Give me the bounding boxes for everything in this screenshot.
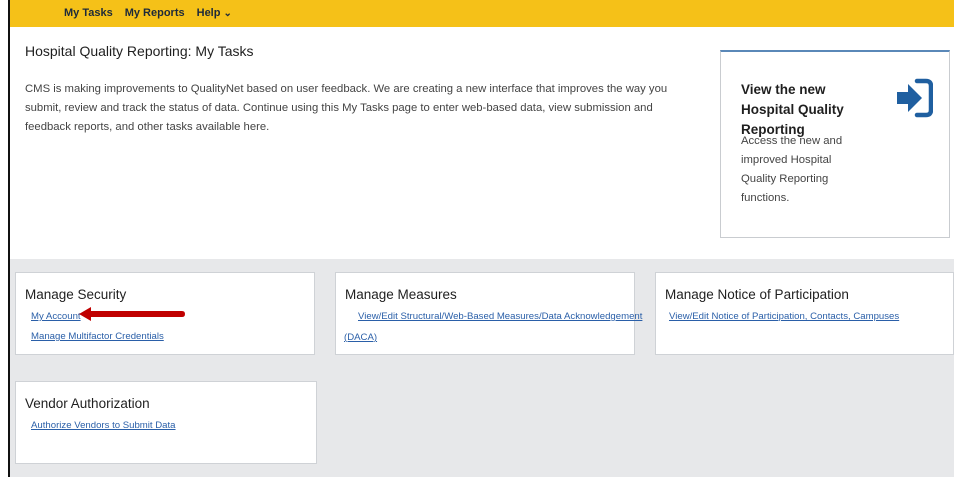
nav-my-reports[interactable]: My Reports bbox=[125, 7, 185, 19]
promo-text: Access the new and improved Hospital Qua… bbox=[741, 135, 843, 204]
card-manage-notice-of-participation: Manage Notice of Participation View/Edit… bbox=[655, 272, 954, 355]
sign-in-icon[interactable] bbox=[895, 78, 933, 118]
card-title: Manage Notice of Participation bbox=[665, 287, 849, 302]
nav-help[interactable]: Help ⌄ bbox=[197, 7, 232, 19]
nav-help-label: Help bbox=[196, 7, 221, 19]
card-title: Manage Security bbox=[25, 287, 127, 302]
my-account-link[interactable]: My Account bbox=[31, 311, 81, 322]
authorize-vendors-link[interactable]: Authorize Vendors to Submit Data bbox=[31, 420, 176, 431]
manage-multifactor-credentials-link[interactable]: Manage Multifactor Credentials bbox=[31, 331, 164, 342]
red-arrow-annotation bbox=[79, 307, 185, 321]
chevron-down-icon: ⌄ bbox=[223, 8, 232, 19]
card-vendor-authorization: Vendor Authorization Authorize Vendors t… bbox=[15, 381, 317, 464]
card-manage-measures: Manage Measures View/Edit Structural/Web… bbox=[335, 272, 642, 355]
view-edit-measures-link[interactable]: View/Edit Structural/Web-Based Measures/… bbox=[358, 311, 642, 322]
nav-my-tasks[interactable]: My Tasks bbox=[64, 7, 113, 19]
new-hqr-promo-card[interactable]: View the new Hospital Quality Reporting … bbox=[720, 50, 950, 238]
card-title: Manage Measures bbox=[345, 287, 457, 302]
page-title: Hospital Quality Reporting: My Tasks bbox=[25, 43, 254, 59]
view-edit-measures-link-continued[interactable]: (DACA) bbox=[344, 332, 377, 343]
card-title: Vendor Authorization bbox=[25, 396, 150, 411]
main-nav: My Tasks My Reports Help ⌄ bbox=[64, 7, 232, 19]
promo-title: View the new Hospital Quality Reporting bbox=[741, 82, 844, 137]
top-navigation-bar: My Tasks My Reports Help ⌄ bbox=[8, 0, 954, 27]
intro-text: CMS is making improvements to QualityNet… bbox=[25, 83, 668, 133]
view-edit-notice-link[interactable]: View/Edit Notice of Participation, Conta… bbox=[669, 311, 899, 322]
